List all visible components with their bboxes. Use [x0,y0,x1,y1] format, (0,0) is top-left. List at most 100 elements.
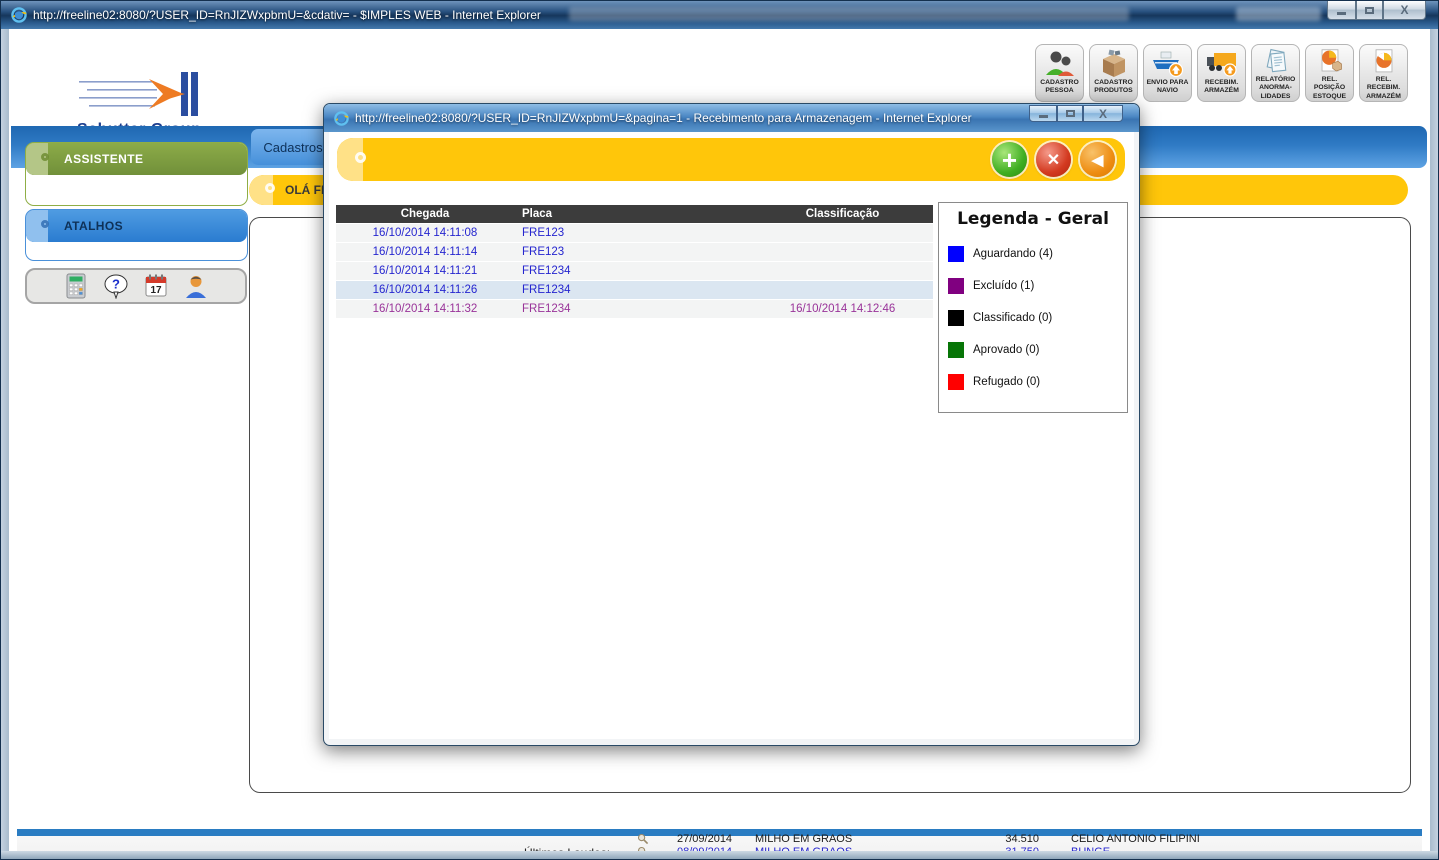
laudo-value: 34.510 [979,833,1039,845]
legend-label: Classificado (0) [973,312,1052,324]
table-row[interactable]: 16/10/2014 14:11:32FRE123416/10/2014 14:… [336,300,933,318]
recebimento-table-body: 16/10/2014 14:11:08FRE12316/10/2014 14:1… [336,224,933,318]
cell-placa: FRE1234 [514,265,752,277]
legend-items: Aguardando (4)Excluído (1)Classificado (… [948,243,1127,393]
header-toolbar: CADASTRO PESSOA CADASTRO PRODUTOS [1035,44,1408,102]
popup-actions: + ✕ ◀ [992,142,1115,177]
laudos-label: Últimos Laudos: [524,846,610,851]
cell-chegada: 16/10/2014 14:11:08 [336,227,514,239]
toolbar-label: CADASTRO PESSOA [1040,79,1079,96]
table-row[interactable]: 16/10/2014 14:11:26FRE1234 [336,281,933,299]
legend-swatch-icon [948,374,964,390]
legend-title: Legenda - Geral [939,209,1127,229]
cell-chegada: 16/10/2014 14:11:14 [336,246,514,258]
toolbar-relatorio-anormalidades-button[interactable]: RELATÓRIO ANORMA- LIDADES [1251,44,1300,102]
legend-swatch-icon [948,246,964,262]
footer-bar: BUNGE - SAO FRANCISCO DO SUL - 03.639.66… [17,836,1422,851]
legend-swatch-icon [948,278,964,294]
sidebar-item-label: ASSISTENTE [64,152,143,166]
pie-report-icon [1367,48,1401,75]
back-button[interactable]: ◀ [1080,142,1115,177]
toolbar-rel-recebimento-armazem-button[interactable]: REL. RECEBIM. ARMAZÉM [1359,44,1408,102]
legend-item: Excluído (1) [948,275,1127,297]
sidebar-item-label: ATALHOS [64,219,123,233]
close-button[interactable]: X [1383,1,1426,20]
toolbar-rel-posicao-estoque-button[interactable]: REL. POSIÇÃO ESTOQUE [1305,44,1354,102]
legend-label: Aprovado (0) [973,344,1039,356]
popup-window-controls: X [1029,105,1123,122]
ring-icon [265,183,275,193]
laudo-product: MILHO EM GRAOS [755,846,915,851]
svg-text:?: ? [112,277,120,292]
ring-icon [41,220,49,228]
cell-placa: FRE123 [514,227,752,239]
window-border-left [1,29,9,859]
popup-minimize-button[interactable] [1029,105,1057,122]
table-row[interactable]: 16/10/2014 14:11:08FRE123 [336,224,933,242]
delete-button[interactable]: ✕ [1036,142,1071,177]
minimize-button[interactable] [1327,1,1356,20]
toolbar-label: CADASTRO PRODUTOS [1094,79,1133,96]
minimize-icon [1039,115,1048,118]
popup-window-title: http://freeline02:8080/?USER_ID=RnJIZWxp… [355,111,972,125]
table-row[interactable]: 16/10/2014 14:11:21FRE1234 [336,262,933,280]
add-button[interactable]: + [992,142,1027,177]
main-titlebar[interactable]: http://freeline02:8080/?USER_ID=RnJIZWxp… [1,1,1438,29]
toolbar-label: ENVIO PARA NAVIO [1147,79,1189,96]
laudo-row: 27/09/2014MILHO EM GRAOS34.510CELIO ANTO… [629,833,1419,846]
background-window-ghost [1236,7,1321,21]
popup-recebimento-window: http://freeline02:8080/?USER_ID=RnJIZWxp… [323,103,1140,746]
magnifier-icon[interactable] [637,833,649,845]
company-info: BUNGE - SAO FRANCISCO DO SUL - 03.639.66… [77,849,450,851]
magnifier-icon[interactable] [637,846,649,851]
toolbar-cadastro-pessoa-button[interactable]: CADASTRO PESSOA [1035,44,1084,102]
popup-maximize-button[interactable] [1057,105,1083,122]
sidebar-item-atalhos[interactable]: ATALHOS [26,210,247,242]
toolbar-cadastro-produtos-button[interactable]: CADASTRO PRODUTOS [1089,44,1138,102]
cell-chegada: 16/10/2014 14:11:26 [336,284,514,296]
toolbar-recebimento-armazem-button[interactable]: RECEBIM. ARMAZÉM [1197,44,1246,102]
window-border-bottom [1,851,1438,859]
maximize-icon [1365,7,1374,14]
toolbar-envio-navio-button[interactable]: ENVIO PARA NAVIO [1143,44,1192,102]
close-icon: X [1400,4,1408,16]
calculator-icon[interactable] [63,273,89,299]
laudo-date: 08/09/2014 [677,846,755,851]
calendar-icon[interactable]: 17 [143,273,169,299]
laudo-value: 31.750 [979,846,1039,851]
truck-icon [1205,48,1239,78]
popup-close-button[interactable]: X [1083,105,1123,122]
table-header-row: Chegada Placa Classificação [336,205,933,223]
legend-label: Excluído (1) [973,280,1034,292]
minimize-icon [1337,12,1346,15]
sidebar-panel-assistente: ASSISTENTE [25,142,248,206]
sidebar-item-assistente[interactable]: ASSISTENTE [26,143,247,175]
column-header-placa: Placa [514,208,752,220]
table-row[interactable]: 16/10/2014 14:11:14FRE123 [336,243,933,261]
toolbar-label: REL. RECEBIM. ARMAZÉM [1360,76,1407,101]
person-icon[interactable] [183,273,209,299]
legend-panel: Legenda - Geral Aguardando (4)Excluído (… [938,202,1128,413]
maximize-icon [1066,110,1075,117]
cell-classificacao: 16/10/2014 14:12:46 [752,303,933,315]
legend-item: Classificado (0) [948,307,1127,329]
report-documents-icon [1259,48,1293,75]
close-icon: X [1099,108,1107,120]
column-header-chegada: Chegada [336,208,514,220]
cell-chegada: 16/10/2014 14:11:21 [336,265,514,277]
cell-placa: FRE1234 [514,284,752,296]
laudo-date: 27/09/2014 [677,833,755,845]
cell-placa: FRE1234 [514,303,752,315]
popup-action-bar: + ✕ ◀ [337,138,1125,181]
sidebar-panel-atalhos: ATALHOS [25,209,248,261]
popup-titlebar[interactable]: http://freeline02:8080/?USER_ID=RnJIZWxp… [324,104,1139,132]
background-window-ghost [569,7,1129,21]
recebimento-table: Chegada Placa Classificação 16/10/2014 1… [336,205,933,318]
ie-icon [334,111,349,126]
help-icon[interactable]: ? [103,273,129,299]
pie-stock-icon [1313,48,1347,75]
legend-item: Aprovado (0) [948,339,1127,361]
ring-icon [355,152,366,163]
maximize-button[interactable] [1356,1,1383,20]
laudos-list: 27/09/2014MILHO EM GRAOS34.510CELIO ANTO… [629,833,1419,851]
